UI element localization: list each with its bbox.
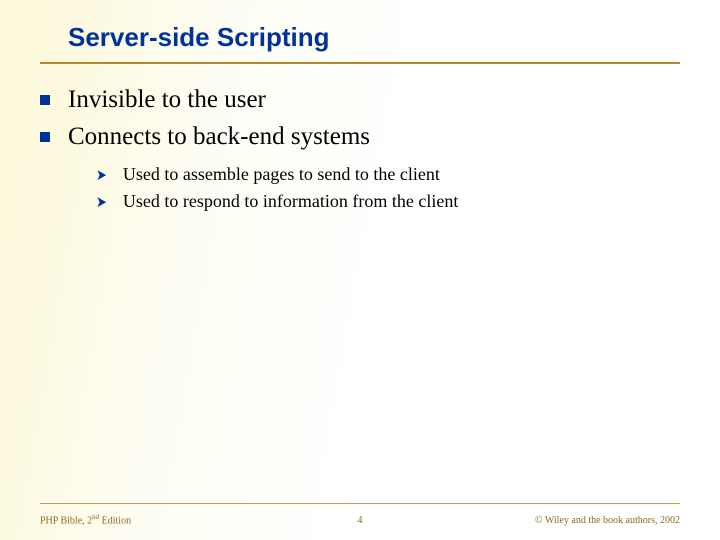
square-bullet-icon <box>40 95 50 105</box>
sub-bullet-group: ➤ Used to assemble pages to send to the … <box>96 163 680 214</box>
slide-title: Server-side Scripting <box>68 22 330 53</box>
square-bullet-icon <box>40 132 50 142</box>
sub-bullet-text: Used to respond to information from the … <box>123 190 458 213</box>
chevron-right-icon: ➤ <box>96 165 107 184</box>
bullet-text: Invisible to the user <box>68 84 266 115</box>
bullet-level1: Connects to back-end systems <box>40 121 680 152</box>
slide: Server-side Scripting Invisible to the u… <box>0 0 720 540</box>
bullet-text: Connects to back-end systems <box>68 121 370 152</box>
title-underline <box>40 62 680 64</box>
bullet-level1: Invisible to the user <box>40 84 680 115</box>
bullet-level2: ➤ Used to assemble pages to send to the … <box>96 163 680 186</box>
footer-divider <box>40 503 680 504</box>
chevron-right-icon: ➤ <box>96 192 107 211</box>
bullet-level2: ➤ Used to respond to information from th… <box>96 190 680 213</box>
sub-bullet-text: Used to assemble pages to send to the cl… <box>123 163 440 186</box>
slide-body: Invisible to the user Connects to back-e… <box>40 84 680 217</box>
footer-copyright: © Wiley and the book authors, 2002 <box>535 515 680 526</box>
